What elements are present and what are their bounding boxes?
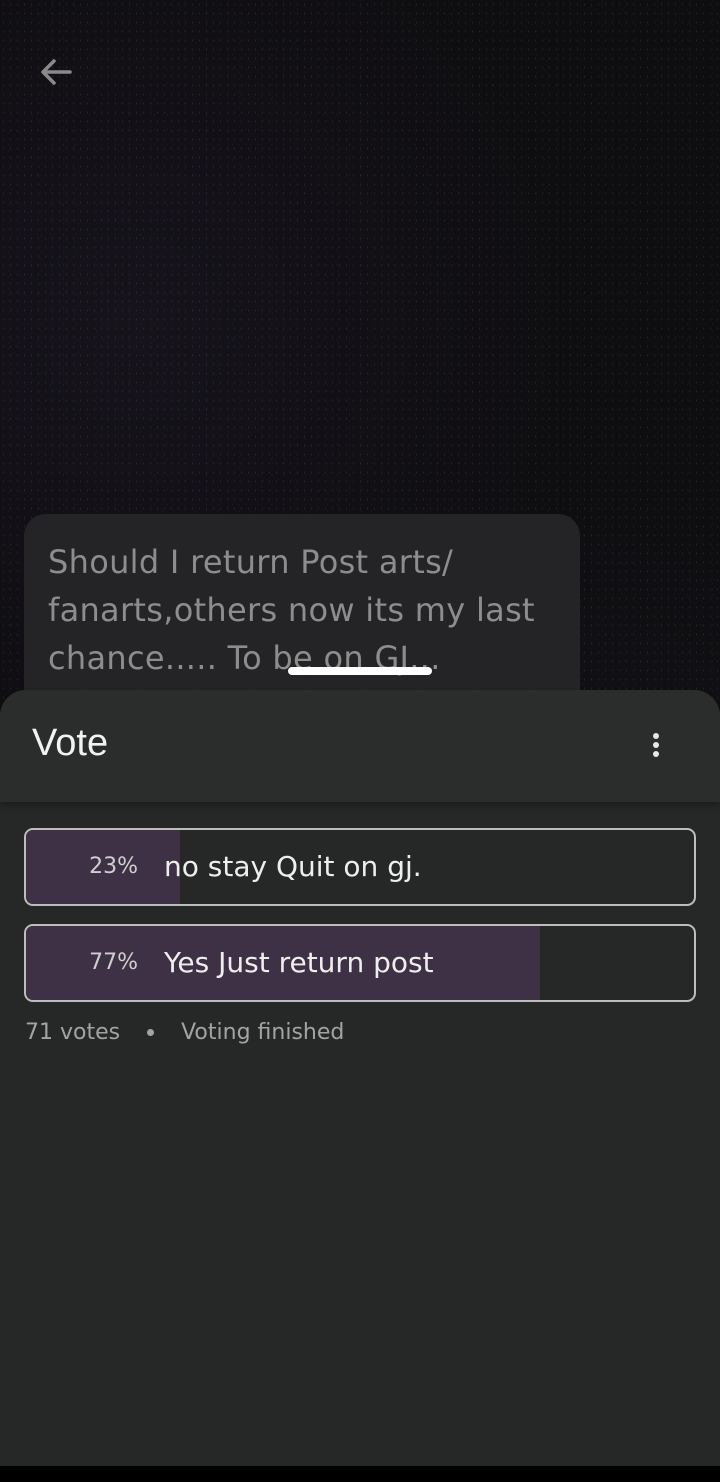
back-button[interactable] xyxy=(30,48,82,100)
poll-option[interactable]: 23% no stay Quit on gj. xyxy=(24,828,696,906)
post-text: Should I return Post arts/ fanarts,other… xyxy=(48,543,535,677)
sheet-header: Vote xyxy=(0,690,720,802)
vote-count: 71 votes xyxy=(25,1020,121,1045)
poll-option-percent: 77% xyxy=(89,950,138,975)
poll-option-label: Yes Just return post xyxy=(164,946,434,979)
vote-sheet: Vote 23% no stay Quit on gj. 77% Yes Jus… xyxy=(0,690,720,1466)
more-options-button[interactable] xyxy=(632,724,680,772)
system-nav-bar xyxy=(0,1466,720,1482)
poll-option-percent: 23% xyxy=(89,854,138,879)
separator-dot xyxy=(147,1029,155,1036)
poll-option[interactable]: 77% Yes Just return post xyxy=(24,924,696,1002)
arrow-left-icon xyxy=(36,52,76,96)
more-vertical-icon xyxy=(650,732,662,764)
screen: Should I return Post arts/ fanarts,other… xyxy=(0,0,720,1482)
drag-handle[interactable] xyxy=(288,667,432,675)
poll-option-label: no stay Quit on gj. xyxy=(164,850,422,883)
poll-status: Voting finished xyxy=(181,1020,345,1045)
poll-meta: 71 votes Voting finished xyxy=(25,1020,344,1045)
sheet-title: Vote xyxy=(32,722,109,764)
